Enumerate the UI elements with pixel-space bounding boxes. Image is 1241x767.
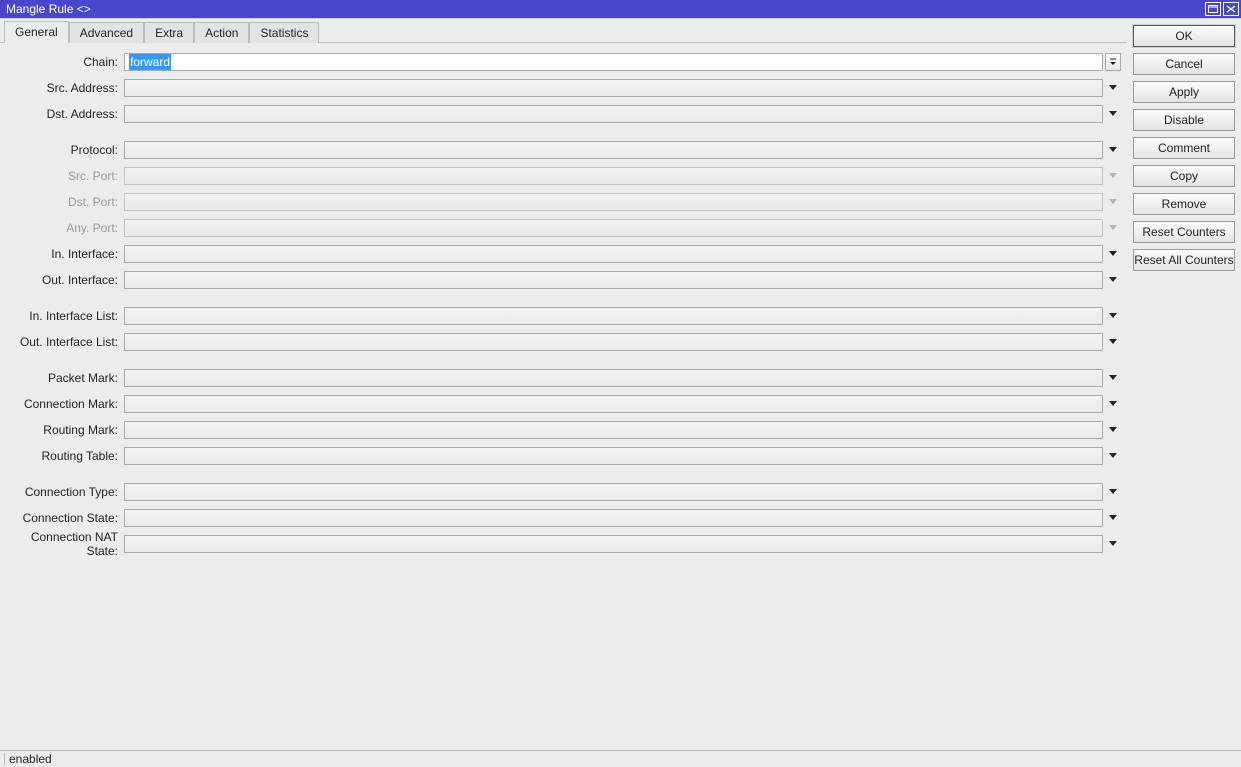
label-protocol: Protocol: xyxy=(6,143,124,157)
label-out-interface-list: Out. Interface List: xyxy=(6,335,124,349)
status-separator xyxy=(4,753,5,765)
chain-input[interactable]: forward xyxy=(124,53,1103,71)
tab-action[interactable]: Action xyxy=(194,22,249,43)
label-dst-port: Dst. Port: xyxy=(6,195,124,209)
src-port-expand-icon xyxy=(1105,167,1121,185)
protocol-input[interactable] xyxy=(124,141,1103,159)
row-connection-type: Connection Type: xyxy=(6,481,1121,503)
reset-counters-button[interactable]: Reset Counters xyxy=(1133,221,1235,243)
maximize-icon[interactable] xyxy=(1205,2,1221,16)
label-src-port: Src. Port: xyxy=(6,169,124,183)
row-routing-mark: Routing Mark: xyxy=(6,419,1121,441)
row-src-port: Src. Port: xyxy=(6,165,1121,187)
dst-port-input xyxy=(124,193,1103,211)
out-interface-input[interactable] xyxy=(124,271,1103,289)
protocol-expand-icon[interactable] xyxy=(1105,141,1121,159)
src-address-expand-icon[interactable] xyxy=(1105,79,1121,97)
row-src-address: Src. Address: xyxy=(6,77,1121,99)
connection-state-expand-icon[interactable] xyxy=(1105,509,1121,527)
out-interface-list-expand-icon[interactable] xyxy=(1105,333,1121,351)
row-in-interface-list: In. Interface List: xyxy=(6,305,1121,327)
chain-dropdown-icon[interactable] xyxy=(1105,53,1121,71)
close-icon[interactable] xyxy=(1223,2,1239,16)
main-panel: General Advanced Extra Action Statistics… xyxy=(0,19,1127,750)
tab-bar: General Advanced Extra Action Statistics xyxy=(0,19,1127,43)
row-dst-address: Dst. Address: xyxy=(6,103,1121,125)
row-in-interface: In. Interface: xyxy=(6,243,1121,265)
any-port-expand-icon xyxy=(1105,219,1121,237)
connection-type-expand-icon[interactable] xyxy=(1105,483,1121,501)
src-address-input[interactable] xyxy=(124,79,1103,97)
status-text: enabled xyxy=(9,752,52,766)
row-dst-port: Dst. Port: xyxy=(6,191,1121,213)
connection-mark-expand-icon[interactable] xyxy=(1105,395,1121,413)
copy-button[interactable]: Copy xyxy=(1133,165,1235,187)
in-interface-expand-icon[interactable] xyxy=(1105,245,1121,263)
connection-state-input[interactable] xyxy=(124,509,1103,527)
connection-nat-state-input[interactable] xyxy=(124,535,1103,553)
dst-port-expand-icon xyxy=(1105,193,1121,211)
label-in-interface-list: In. Interface List: xyxy=(6,309,124,323)
cancel-button[interactable]: Cancel xyxy=(1133,53,1235,75)
dst-address-input[interactable] xyxy=(124,105,1103,123)
in-interface-input[interactable] xyxy=(124,245,1103,263)
content-area: General Advanced Extra Action Statistics… xyxy=(0,18,1241,750)
label-connection-type: Connection Type: xyxy=(6,485,124,499)
label-chain: Chain: xyxy=(6,55,124,69)
row-chain: Chain: forward xyxy=(6,51,1121,73)
row-routing-table: Routing Table: xyxy=(6,445,1121,467)
row-connection-mark: Connection Mark: xyxy=(6,393,1121,415)
reset-all-counters-button[interactable]: Reset All Counters xyxy=(1133,249,1235,271)
apply-button[interactable]: Apply xyxy=(1133,81,1235,103)
connection-mark-input[interactable] xyxy=(124,395,1103,413)
label-connection-state: Connection State: xyxy=(6,511,124,525)
label-src-address: Src. Address: xyxy=(6,81,124,95)
label-routing-table: Routing Table: xyxy=(6,449,124,463)
label-in-interface: In. Interface: xyxy=(6,247,124,261)
in-interface-list-expand-icon[interactable] xyxy=(1105,307,1121,325)
tab-statistics[interactable]: Statistics xyxy=(249,22,319,43)
any-port-input xyxy=(124,219,1103,237)
in-interface-list-input[interactable] xyxy=(124,307,1103,325)
label-connection-mark: Connection Mark: xyxy=(6,397,124,411)
row-out-interface: Out. Interface: xyxy=(6,269,1121,291)
connection-nat-state-expand-icon[interactable] xyxy=(1105,535,1121,553)
out-interface-list-input[interactable] xyxy=(124,333,1103,351)
dst-address-expand-icon[interactable] xyxy=(1105,105,1121,123)
window-title: Mangle Rule <> xyxy=(6,2,1203,16)
label-packet-mark: Packet Mark: xyxy=(6,371,124,385)
row-connection-nat-state: Connection NAT State: xyxy=(6,533,1121,555)
row-protocol: Protocol: xyxy=(6,139,1121,161)
ok-button[interactable]: OK xyxy=(1133,25,1235,47)
comment-button[interactable]: Comment xyxy=(1133,137,1235,159)
row-connection-state: Connection State: xyxy=(6,507,1121,529)
status-bar: enabled xyxy=(0,750,1241,767)
routing-mark-input[interactable] xyxy=(124,421,1103,439)
side-buttons: OK Cancel Apply Disable Comment Copy Rem… xyxy=(1127,19,1241,750)
label-routing-mark: Routing Mark: xyxy=(6,423,124,437)
row-out-interface-list: Out. Interface List: xyxy=(6,331,1121,353)
label-dst-address: Dst. Address: xyxy=(6,107,124,121)
title-bar: Mangle Rule <> xyxy=(0,0,1241,18)
connection-type-input[interactable] xyxy=(124,483,1103,501)
routing-mark-expand-icon[interactable] xyxy=(1105,421,1121,439)
packet-mark-expand-icon[interactable] xyxy=(1105,369,1121,387)
src-port-input xyxy=(124,167,1103,185)
label-any-port: Any. Port: xyxy=(6,221,124,235)
routing-table-input[interactable] xyxy=(124,447,1103,465)
tab-extra[interactable]: Extra xyxy=(144,22,194,43)
packet-mark-input[interactable] xyxy=(124,369,1103,387)
row-packet-mark: Packet Mark: xyxy=(6,367,1121,389)
form-area: Chain: forward Src. Address: Dst. Addres… xyxy=(0,43,1127,750)
row-any-port: Any. Port: xyxy=(6,217,1121,239)
tab-advanced[interactable]: Advanced xyxy=(69,22,144,43)
disable-button[interactable]: Disable xyxy=(1133,109,1235,131)
label-out-interface: Out. Interface: xyxy=(6,273,124,287)
tab-general[interactable]: General xyxy=(4,21,69,43)
label-connection-nat-state: Connection NAT State: xyxy=(6,530,124,558)
out-interface-expand-icon[interactable] xyxy=(1105,271,1121,289)
remove-button[interactable]: Remove xyxy=(1133,193,1235,215)
routing-table-expand-icon[interactable] xyxy=(1105,447,1121,465)
